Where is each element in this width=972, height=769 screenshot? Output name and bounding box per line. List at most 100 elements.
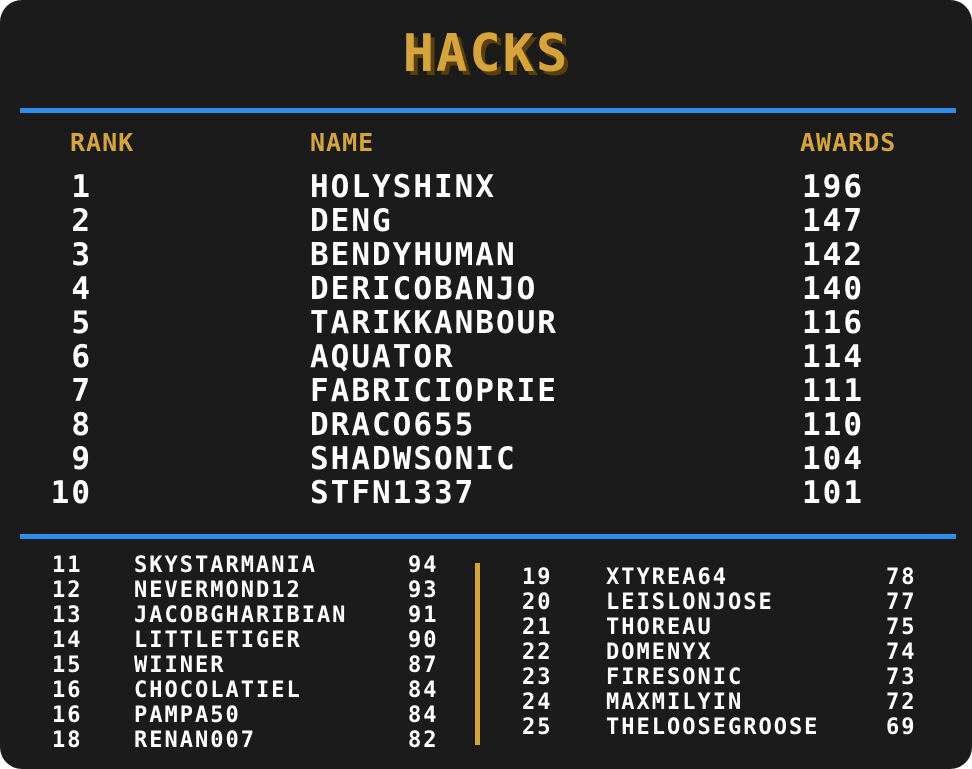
row-name: WIINER bbox=[134, 653, 226, 678]
row-awards: 73 bbox=[886, 665, 917, 690]
row-awards: 72 bbox=[886, 690, 917, 715]
row-rank: 25 bbox=[522, 715, 553, 740]
row-awards: 147 bbox=[802, 203, 864, 239]
row-rank: 7 bbox=[71, 373, 92, 409]
leaderboard-row: 9 SHADWSONIC 104 bbox=[0, 442, 972, 476]
row-awards: 82 bbox=[408, 728, 439, 753]
lower-list-left: 11 SKYSTARMANIA 94 12 NEVERMOND12 93 13 JACOB… bbox=[0, 553, 480, 753]
column-header-awards: AWARDS bbox=[800, 128, 897, 157]
row-name: DENG bbox=[310, 203, 393, 239]
row-rank: 21 bbox=[522, 615, 553, 640]
column-header-name: NAME bbox=[310, 128, 375, 157]
top-divider bbox=[20, 108, 956, 113]
row-awards: 77 bbox=[886, 590, 917, 615]
lower-list-right: 19 XTYREA64 78 20 LEISLONJOSE 77 21 THOREAU 75… bbox=[480, 565, 960, 740]
row-rank: 24 bbox=[522, 690, 553, 715]
row-awards: 93 bbox=[408, 578, 439, 603]
row-name: LITTLETIGER bbox=[134, 628, 302, 653]
row-awards: 196 bbox=[802, 169, 864, 205]
row-rank: 1 bbox=[71, 169, 92, 205]
row-awards: 114 bbox=[802, 339, 864, 375]
row-awards: 78 bbox=[886, 565, 917, 590]
leaderboard-row: 7 FABRICIOPRIE 111 bbox=[0, 374, 972, 408]
row-name: DOMENYX bbox=[606, 640, 713, 665]
list-item: 14 LITTLETIGER 90 bbox=[0, 628, 480, 653]
list-item: 20 LEISLONJOSE 77 bbox=[480, 590, 960, 615]
leaderboard-panel: HACKS RANK NAME AWARDS 1 HOLYSHINX 196 2 DE… bbox=[0, 0, 972, 769]
list-item: 19 XTYREA64 78 bbox=[480, 565, 960, 590]
row-name: NEVERMOND12 bbox=[134, 578, 302, 603]
row-awards: 142 bbox=[802, 237, 864, 273]
row-name: LEISLONJOSE bbox=[606, 590, 774, 615]
row-rank: 8 bbox=[71, 407, 92, 443]
leaderboard-row: 4 DERICOBANJO 140 bbox=[0, 272, 972, 306]
row-name: THOREAU bbox=[606, 615, 713, 640]
row-awards: 101 bbox=[802, 475, 864, 511]
row-name: SHADWSONIC bbox=[310, 441, 517, 477]
row-awards: 74 bbox=[886, 640, 917, 665]
row-name: CHOCOLATIEL bbox=[134, 678, 302, 703]
row-name: STFN1337 bbox=[310, 475, 476, 511]
list-item: 22 DOMENYX 74 bbox=[480, 640, 960, 665]
row-awards: 94 bbox=[408, 553, 439, 578]
row-rank: 16 bbox=[52, 678, 83, 703]
row-name: MAXMILYIN bbox=[606, 690, 744, 715]
list-item: 25 THELOOSEGROOSE 69 bbox=[480, 715, 960, 740]
list-item: 15 WIINER 87 bbox=[0, 653, 480, 678]
list-item: 16 PAMPA50 84 bbox=[0, 703, 480, 728]
row-awards: 116 bbox=[802, 305, 864, 341]
leaderboard-row: 6 AQUATOR 114 bbox=[0, 340, 972, 374]
list-item: 13 JACOBGHARIBIAN 91 bbox=[0, 603, 480, 628]
row-name: DERICOBANJO bbox=[310, 271, 538, 307]
row-rank: 19 bbox=[522, 565, 553, 590]
leaderboard-row: 3 BENDYHUMAN 142 bbox=[0, 238, 972, 272]
row-rank: 11 bbox=[52, 553, 83, 578]
row-name: HOLYSHINX bbox=[310, 169, 496, 205]
column-header-rank: RANK bbox=[70, 128, 135, 157]
row-name: BENDYHUMAN bbox=[310, 237, 517, 273]
row-rank: 22 bbox=[522, 640, 553, 665]
row-rank: 13 bbox=[52, 603, 83, 628]
row-rank: 2 bbox=[71, 203, 92, 239]
row-awards: 75 bbox=[886, 615, 917, 640]
row-rank: 3 bbox=[71, 237, 92, 273]
row-awards: 90 bbox=[408, 628, 439, 653]
row-awards: 91 bbox=[408, 603, 439, 628]
row-rank: 14 bbox=[52, 628, 83, 653]
list-item: 18 RENAN007 82 bbox=[0, 728, 480, 753]
row-name: RENAN007 bbox=[134, 728, 256, 753]
row-rank: 6 bbox=[71, 339, 92, 375]
row-name: XTYREA64 bbox=[606, 565, 728, 590]
list-item: 21 THOREAU 75 bbox=[480, 615, 960, 640]
row-rank: 18 bbox=[52, 728, 83, 753]
leaderboard-row: 8 DRACO655 110 bbox=[0, 408, 972, 442]
middle-divider bbox=[20, 534, 956, 539]
row-name: DRACO655 bbox=[310, 407, 476, 443]
top-ten-list: 1 HOLYSHINX 196 2 DENG 147 3 BENDYHUMAN 142 4 D… bbox=[0, 170, 972, 510]
list-item: 16 CHOCOLATIEL 84 bbox=[0, 678, 480, 703]
list-item: 23 FIRESONIC 73 bbox=[480, 665, 960, 690]
row-awards: 84 bbox=[408, 678, 439, 703]
row-awards: 140 bbox=[802, 271, 864, 307]
row-rank: 5 bbox=[71, 305, 92, 341]
list-item: 11 SKYSTARMANIA 94 bbox=[0, 553, 480, 578]
leaderboard-row: 1 HOLYSHINX 196 bbox=[0, 170, 972, 204]
row-name: PAMPA50 bbox=[134, 703, 241, 728]
row-name: JACOBGHARIBIAN bbox=[134, 603, 348, 628]
row-name: AQUATOR bbox=[310, 339, 455, 375]
row-rank: 12 bbox=[52, 578, 83, 603]
row-awards: 69 bbox=[886, 715, 917, 740]
row-awards: 104 bbox=[802, 441, 864, 477]
row-awards: 110 bbox=[802, 407, 864, 443]
row-rank: 16 bbox=[52, 703, 83, 728]
row-name: SKYSTARMANIA bbox=[134, 553, 317, 578]
row-name: FIRESONIC bbox=[606, 665, 744, 690]
row-awards: 87 bbox=[408, 653, 439, 678]
row-rank: 20 bbox=[522, 590, 553, 615]
leaderboard-row: 10 STFN1337 101 bbox=[0, 476, 972, 510]
row-awards: 111 bbox=[802, 373, 864, 409]
leaderboard-title: HACKS bbox=[402, 24, 570, 84]
list-item: 24 MAXMILYIN 72 bbox=[480, 690, 960, 715]
row-rank: 4 bbox=[71, 271, 92, 307]
leaderboard-row: 2 DENG 147 bbox=[0, 204, 972, 238]
